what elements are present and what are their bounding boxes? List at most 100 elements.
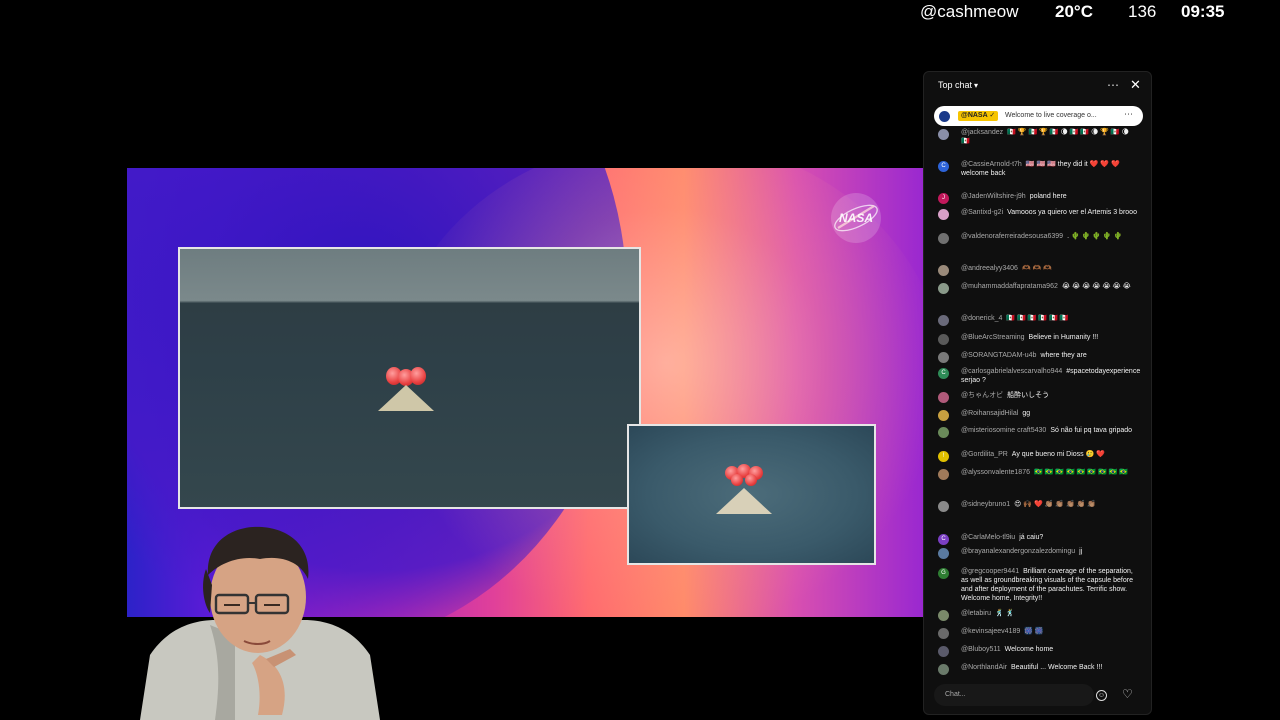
chat-author[interactable]: @CassieArnold-t7h	[961, 161, 1022, 168]
chat-message-text: jj	[1079, 548, 1083, 555]
close-icon[interactable]: ✕	[1130, 77, 1141, 93]
chat-author[interactable]: @BlueArcStreaming	[961, 334, 1025, 341]
chat-author[interactable]: @carlosgabrielalvescarvalho944	[961, 368, 1062, 375]
chat-message-content: @ちゃんオビ 船酔いしそう	[961, 391, 1139, 400]
avatar[interactable]	[938, 469, 949, 480]
chat-author[interactable]: @Santixd-g2i	[961, 209, 1003, 216]
chat-author[interactable]: @NorthlandAir	[961, 664, 1007, 671]
chat-author[interactable]: @muhammaddaffapratama962	[961, 283, 1058, 290]
pinned-more-icon[interactable]: ⋯	[1124, 109, 1133, 120]
chat-author[interactable]: @donerick_4	[961, 315, 1002, 322]
chat-message-text: poland here	[1029, 193, 1067, 200]
chat-author[interactable]: @andreealyy3406	[961, 265, 1018, 272]
chat-author[interactable]: @CarlaMelo-tl9iu	[961, 534, 1015, 541]
chevron-down-icon: ▾	[974, 81, 979, 90]
chat-message-text: Vamooos ya quiero ver el Artemis 3 brooo	[1007, 209, 1137, 216]
avatar[interactable]: C	[938, 368, 949, 379]
chat-author[interactable]: @sidneybruno1	[961, 501, 1010, 508]
chat-input-placeholder: Chat...	[945, 691, 966, 698]
chat-author[interactable]: @SORANGTADAM-u4b	[961, 352, 1036, 359]
avatar[interactable]	[938, 209, 949, 220]
chat-message-content: @brayanalexandergonzalezdomingu jj	[961, 547, 1139, 556]
avatar[interactable]	[938, 392, 949, 403]
nasa-logo: NASA	[831, 193, 881, 243]
avatar[interactable]: !	[938, 451, 949, 462]
chat-message-text: Welcome home	[1004, 646, 1054, 653]
chat-message-content: @RoihansajidHilal gg	[961, 409, 1139, 418]
chat-message-content: @alyssonvalente1876 🇧🇷 🇧🇷 🇧🇷 🇧🇷 🇧🇷 🇧🇷 🇧🇷 …	[961, 468, 1139, 477]
avatar[interactable]: J	[938, 193, 949, 204]
avatar[interactable]	[938, 334, 949, 345]
secondary-video-feed[interactable]	[627, 424, 876, 565]
avatar[interactable]	[938, 610, 949, 621]
chat-message-text: 🕺 🕺	[995, 610, 1015, 617]
chat-author[interactable]: @misteriosomine craft5430	[961, 427, 1046, 434]
avatar[interactable]	[938, 628, 949, 639]
avatar[interactable]	[938, 265, 949, 276]
chat-message-content: @Santixd-g2i Vamooos ya quiero ver el Art…	[961, 208, 1139, 217]
chat-message-text: Beautiful ... Welcome Back !!!	[1011, 664, 1103, 671]
chat-mode-dropdown[interactable]: Top chat ▾	[938, 80, 978, 90]
chat-author[interactable]: @Gordilita_PR	[961, 451, 1008, 458]
viewer-count: 136	[1128, 2, 1157, 21]
chat-author[interactable]: @valdenoraferreiradesousa6399	[961, 233, 1063, 240]
avatar[interactable]	[938, 646, 949, 657]
chat-message-content: @kevinsajeev4189 🎆 🎆	[961, 627, 1139, 636]
emoji-icon[interactable]: ☺	[1096, 690, 1107, 701]
more-vertical-icon[interactable]: ⋯	[1107, 78, 1120, 92]
main-video-feed[interactable]	[178, 247, 641, 509]
avatar[interactable]	[938, 664, 949, 675]
live-chat-panel: Top chat ▾ ⋯ ✕ @NASA ✓ Welcome to live co…	[923, 71, 1152, 715]
chat-message-text: 船酔いしそう	[1007, 392, 1050, 399]
chat-message-text: 🇧🇷 🇧🇷 🇧🇷 🇧🇷 🇧🇷 🇧🇷 🇧🇷 🇧🇷 🇧🇷	[1034, 469, 1129, 476]
chat-mode-label: Top chat	[938, 80, 973, 90]
avatar[interactable]	[938, 501, 949, 512]
chat-author[interactable]: @Bluboy511	[961, 646, 1001, 653]
chat-message-text: 🇲🇽 🇲🇽 🇲🇽 🇲🇽 🇲🇽 🇲🇽	[1006, 315, 1069, 322]
chat-message-text: Só não fui pq tava gripado	[1050, 427, 1133, 434]
chat-author[interactable]: @ちゃんオビ	[961, 392, 1003, 399]
avatar[interactable]	[938, 352, 949, 363]
chat-author[interactable]: @JadenWiltshire-j9h	[961, 193, 1026, 200]
chat-message-content: @JadenWiltshire-j9h poland here	[961, 192, 1139, 201]
chat-message-text: 😭 😭 😭 😭 😭 😭 😭	[1061, 283, 1131, 290]
chat-message-content: @valdenoraferreiradesousa6399 . 🌵 🌵 🌵 🌵 🌵	[961, 232, 1139, 241]
chat-message-content: @andreealyy3406 🫶🏾 🫶🏾 🫶🏾	[961, 264, 1139, 273]
chat-message-content: @donerick_4 🇲🇽 🇲🇽 🇲🇽 🇲🇽 🇲🇽 🇲🇽	[961, 314, 1139, 323]
avatar[interactable]	[938, 233, 949, 244]
temperature: 20°C	[1055, 2, 1093, 21]
chat-author[interactable]: @gregcooper9441	[961, 568, 1019, 575]
chat-message-text: Ay que bueno mi Dioss 🥲 ❤️	[1011, 451, 1105, 458]
chat-author[interactable]: @brayanalexandergonzalezdomingu	[961, 548, 1075, 555]
avatar[interactable]: C	[938, 161, 949, 172]
avatar[interactable]	[938, 410, 949, 421]
avatar[interactable]	[938, 427, 949, 438]
chat-message-content: @muhammaddaffapratama962 😭 😭 😭 😭 😭 😭 😭	[961, 282, 1139, 291]
channel-handle: @cashmeow	[920, 2, 1019, 21]
avatar[interactable]	[938, 283, 949, 294]
avatar[interactable]	[938, 548, 949, 559]
pinned-message-text: Welcome to live coverage o...	[1005, 112, 1097, 119]
avatar[interactable]	[938, 129, 949, 140]
heart-icon[interactable]: ♡	[1122, 687, 1133, 701]
chat-input[interactable]: Chat...	[934, 684, 1094, 706]
chat-message-content: @sidneybruno1 😍 🙌🏾 ❤️ 👏🏽 👏🏽 👏🏽 👏🏽 👏🏽	[961, 500, 1139, 509]
nasa-logo-text: NASA	[839, 211, 873, 225]
chat-message-content: @Gordilita_PR Ay que bueno mi Dioss 🥲 ❤️	[961, 450, 1139, 459]
chat-author[interactable]: @RoihansajidHilal	[961, 410, 1018, 417]
chat-message-content: @CarlaMelo-tl9iu já caiu?	[961, 533, 1139, 542]
avatar[interactable]: C	[938, 534, 949, 545]
chat-author[interactable]: @alyssonvalente1876	[961, 469, 1030, 476]
chat-message-content: @NorthlandAir Beautiful ... Welcome Back …	[961, 663, 1139, 672]
avatar[interactable]	[938, 315, 949, 326]
chat-header: Top chat ▾ ⋯ ✕	[924, 72, 1151, 100]
clock: 09:35	[1181, 2, 1225, 21]
chat-author[interactable]: @kevinsajeev4189	[961, 628, 1020, 635]
chat-author[interactable]: @letabiru	[961, 610, 991, 617]
chat-author[interactable]: @jacksandez	[961, 129, 1003, 136]
avatar[interactable]: G	[938, 568, 949, 579]
chat-message-text: 🫶🏾 🫶🏾 🫶🏾	[1021, 265, 1052, 272]
pinned-message[interactable]: @NASA ✓ Welcome to live coverage o... ⋯	[934, 106, 1143, 126]
streamer-webcam	[140, 526, 380, 720]
chat-message-content: @SORANGTADAM-u4b where they are	[961, 351, 1139, 360]
